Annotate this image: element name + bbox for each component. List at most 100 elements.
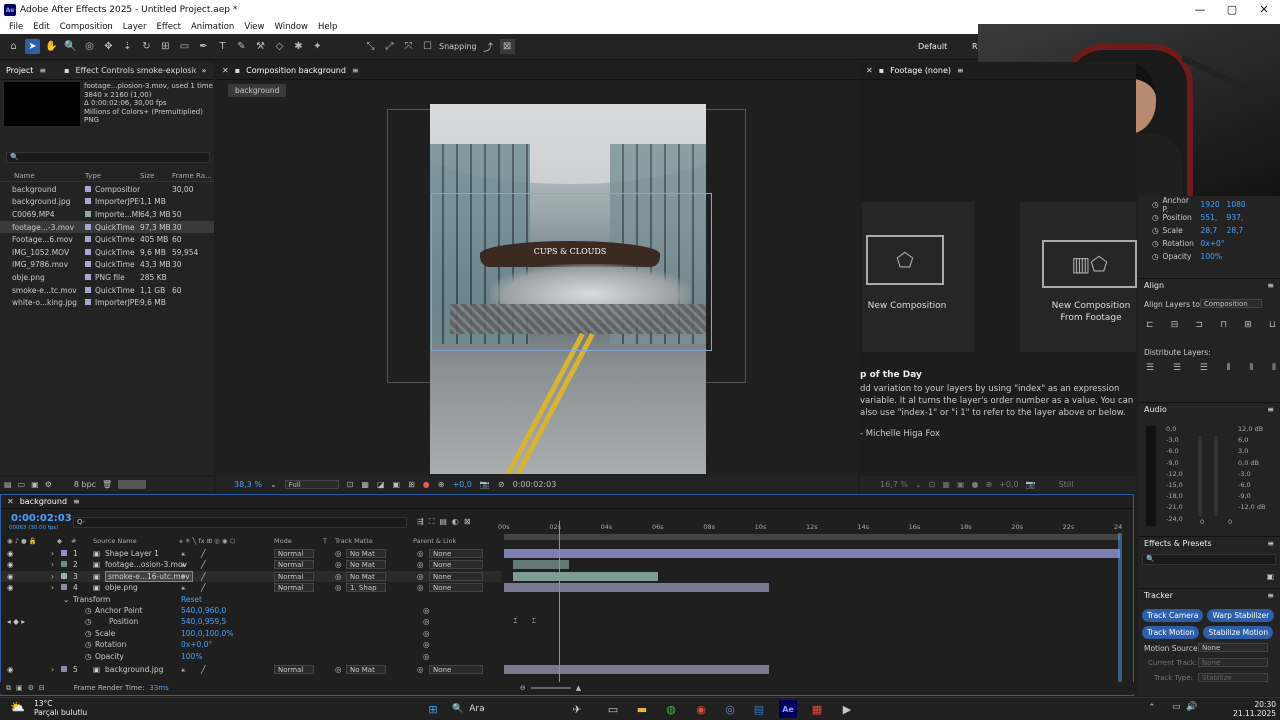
shy-icon[interactable]: ⛶	[429, 517, 435, 527]
orbit-tool-icon[interactable]: ◎	[82, 39, 97, 54]
roto-brush-tool-icon[interactable]: ✱	[291, 39, 306, 54]
switches-header-icons[interactable]: ⚹ ✳ ╲ fx ⊞ ◎ ◉ ⬡	[179, 537, 235, 546]
visibility-eye-icon[interactable]: ◉	[7, 549, 14, 558]
label-swatch[interactable]	[85, 299, 91, 306]
toggle-panes-icon[interactable]: ⊟	[39, 684, 45, 692]
blend-mode-dropdown[interactable]: Normal	[274, 583, 314, 593]
network-icon[interactable]: ▭	[1172, 702, 1181, 712]
panel-overflow-icon[interactable]: »	[202, 66, 207, 75]
parent-dropdown[interactable]: None	[429, 571, 483, 581]
expand-arrow-icon[interactable]: ›	[51, 549, 54, 558]
pickwhip-icon[interactable]: ◎	[417, 572, 424, 581]
label-swatch[interactable]	[85, 286, 91, 293]
stopwatch-icon[interactable]: ◷	[1152, 226, 1159, 235]
local-axis-icon[interactable]: ⤢	[382, 39, 397, 54]
lock-icon[interactable]: ▪	[879, 66, 884, 75]
label-swatch[interactable]	[85, 236, 91, 243]
settings-icon[interactable]: ⚙	[45, 480, 52, 489]
hand-tool-icon[interactable]: ✋	[44, 39, 59, 54]
label-swatch[interactable]	[85, 185, 91, 192]
lock-icon[interactable]: ▪	[64, 66, 69, 75]
stopwatch-icon[interactable]: ◷	[1152, 213, 1159, 222]
exposure-value[interactable]: +0,0	[452, 480, 471, 489]
word-icon[interactable]: ▤	[750, 700, 768, 718]
work-area-end[interactable]	[1118, 533, 1122, 683]
audio-slider-right[interactable]	[1214, 436, 1218, 516]
quality-switch-icon[interactable]: ╱	[201, 583, 206, 592]
pan-tool-icon[interactable]: ✥	[101, 39, 116, 54]
layer-name[interactable]: background.jpg	[105, 665, 163, 674]
timeline-layer-row[interactable]: ◉ › 2 ▣ footage...osion-3.mov ⚹ ╱ Normal…	[1, 559, 501, 570]
clock-time[interactable]: 20:30	[1228, 700, 1276, 709]
region-icon[interactable]: ⊡	[929, 480, 936, 489]
effects-title[interactable]: Effects & Presets	[1144, 539, 1212, 548]
stopwatch-icon[interactable]: ◷	[85, 606, 92, 615]
col-parent[interactable]: Parent & Link	[413, 537, 456, 545]
discord-icon[interactable]: ◎	[721, 700, 739, 718]
layer-label-swatch[interactable]	[61, 561, 67, 568]
property-value-1[interactable]: 551,	[1201, 213, 1223, 222]
property-value-2[interactable]: 1080	[1227, 200, 1246, 209]
audio-slider-left[interactable]	[1198, 436, 1202, 516]
expand-arrow-icon[interactable]: ›	[51, 560, 54, 569]
property-value-1[interactable]: 0x+0°	[1201, 239, 1225, 248]
menu-icon[interactable]: ≡	[1267, 591, 1274, 600]
quality-switch-icon[interactable]: ╱	[201, 572, 206, 581]
label-swatch[interactable]	[85, 261, 91, 268]
preserve-transparency-icon[interactable]: ◎	[335, 572, 342, 581]
current-track-dropdown[interactable]: None	[1198, 658, 1268, 667]
shy-switch-icon[interactable]: ⚹	[181, 665, 186, 675]
blend-mode-dropdown[interactable]: Normal	[274, 571, 314, 581]
menu-animation[interactable]: Animation	[186, 22, 239, 32]
quality-switch-icon[interactable]: ╱	[201, 560, 206, 569]
timeline-timecode[interactable]: 0:00:02:03	[11, 513, 72, 524]
mask-visibility-icon[interactable]: ◪	[377, 480, 385, 489]
expression-pickwhip-icon[interactable]: ◎	[423, 606, 430, 615]
timeline-layer-row[interactable]: ◉ › 5 ▣ background.jpg ⚹ ╱ Normal ◎ No M…	[1, 664, 501, 675]
layer-duration-bar[interactable]	[504, 583, 769, 593]
tab-background[interactable]: background	[20, 497, 67, 506]
shy-switch-icon[interactable]: ⚹	[181, 549, 186, 559]
layer-duration-bar[interactable]	[504, 549, 1120, 558]
trash-icon[interactable]: 🗑	[102, 480, 112, 489]
menu-icon[interactable]: ≡	[39, 66, 46, 75]
keyframe-marker[interactable]: ⌶	[532, 617, 536, 626]
workspace-default[interactable]: Default	[918, 42, 947, 51]
region-of-interest-icon[interactable]: ⊡	[347, 480, 354, 489]
pickwhip-icon[interactable]: ◎	[417, 560, 424, 569]
selection-tool-icon[interactable]: ➤	[25, 39, 40, 54]
project-item[interactable]: Footage...6.mov QuickTime 405 MB 60	[0, 233, 214, 246]
project-item[interactable]: IMG_9786.mov QuickTime 43,3 MB 30	[0, 259, 214, 272]
zoom-dropdown-icon[interactable]: ⌄	[915, 480, 922, 489]
property-value-1[interactable]: 1920	[1201, 200, 1223, 209]
parent-dropdown[interactable]: None	[429, 549, 483, 558]
timeline-layer-row[interactable]: ◉ › 3 ▣ smoke-e...16-utc.mov ⚹ ╱ Normal …	[1, 570, 501, 582]
expand-arrow-icon[interactable]: ›	[51, 665, 54, 674]
exposure-reset-icon[interactable]: ⊕	[438, 480, 445, 489]
zoom-level[interactable]: 38,3 %	[234, 480, 262, 489]
track-matte-dropdown[interactable]: No Mat	[346, 571, 386, 581]
effects-search-input[interactable]: 🔍	[1142, 554, 1276, 565]
col-mode[interactable]: Mode	[274, 537, 292, 545]
distribute-center-v-icon[interactable]: ☰	[1173, 363, 1181, 373]
pen-tool-icon[interactable]: ✒	[196, 39, 211, 54]
taskbar-search[interactable]: 🔍 Ara	[452, 701, 562, 717]
file-explorer-icon[interactable]: ▬	[633, 700, 651, 718]
task-view-icon[interactable]: ▭	[604, 700, 622, 718]
current-time[interactable]: 0:00:02:03	[513, 480, 557, 489]
menu-edit[interactable]: Edit	[28, 22, 54, 32]
distribute-top-icon[interactable]: ☰	[1146, 363, 1154, 373]
parent-dropdown[interactable]: None	[429, 665, 483, 674]
timeline-layer-row[interactable]: ◉ › 1 ▣ Shape Layer 1 ⚹ ╱ Normal ◎ No Ma…	[1, 548, 501, 559]
shy-switch-icon[interactable]: ⚹	[181, 583, 186, 593]
new-composition-from-footage-card[interactable]: ▥⬠ New Composition From Footage	[1020, 202, 1137, 352]
stopwatch-icon[interactable]: ◷	[85, 652, 92, 661]
property-value[interactable]: 540,0,959,5	[181, 617, 226, 626]
project-item[interactable]: obje.png PNG file 285 KB	[0, 271, 214, 284]
tab-effect-controls[interactable]: Effect Controls smoke-explosion-202	[76, 66, 196, 75]
snapshot-icon[interactable]: 📷	[1026, 480, 1036, 489]
app-grid-icon[interactable]: ▦	[808, 700, 826, 718]
property-value-2[interactable]: 937,	[1227, 213, 1244, 222]
label-swatch[interactable]	[85, 198, 91, 205]
zoom-out-icon[interactable]: ⊖	[520, 684, 526, 692]
